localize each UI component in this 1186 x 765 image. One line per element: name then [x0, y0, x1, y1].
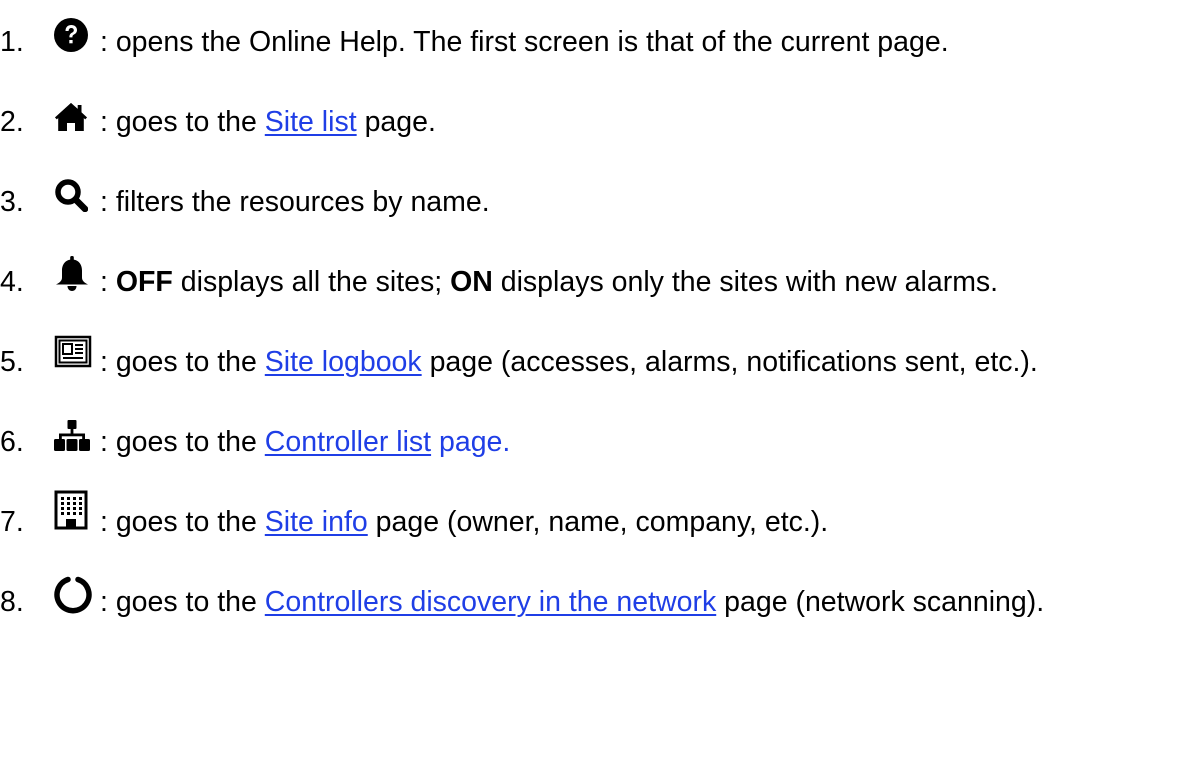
question-circle-icon: [54, 18, 88, 52]
item-number: 6.: [0, 425, 24, 458]
item-number: 8.: [0, 585, 24, 618]
item-number: 5.: [0, 345, 24, 378]
list-item: 2. : goes to the Site list page.: [0, 80, 1186, 160]
item-text: : goes to the Site logbook page (accesse…: [100, 345, 1038, 378]
site-info-link[interactable]: Site info: [265, 506, 368, 538]
item-number: 2.: [0, 105, 24, 138]
site-logbook-link[interactable]: Site logbook: [265, 346, 422, 378]
item-number: 3.: [0, 185, 24, 218]
circle-notch-icon: [54, 576, 92, 614]
building-icon: [54, 490, 88, 530]
newspaper-icon: [54, 335, 92, 368]
off-label: OFF: [115, 265, 173, 298]
home-icon: [55, 103, 87, 131]
item-text: : opens the Online Help. The first scree…: [100, 25, 949, 58]
item-number: 1.: [0, 25, 24, 58]
on-label: ON: [450, 265, 493, 298]
search-icon: [55, 179, 88, 212]
list-item: 4. : OFF displays all the sites; ON disp…: [0, 240, 1186, 320]
controller-list-link[interactable]: Controller list: [265, 426, 431, 458]
item-text: : goes to the Controllers discovery in t…: [100, 585, 1045, 618]
item-text: : goes to the Site info page (owner, nam…: [100, 505, 829, 538]
list-item: 5. : goes to the Site logbook page (acce…: [0, 320, 1186, 400]
list-item: 8. : goes to the Controllers discovery i…: [0, 560, 1186, 640]
list-item: 1. : opens the Online Help. The first sc…: [0, 0, 1186, 80]
bell-icon: [56, 256, 88, 291]
list-item: 3. : filters the resources by name.: [0, 160, 1186, 240]
item-number: 4.: [0, 265, 24, 298]
item-number: 7.: [0, 505, 24, 538]
item-text: : OFF displays all the sites; ON display…: [100, 265, 999, 298]
list-item: 7. : goes to the Site info page (owner, …: [0, 480, 1186, 560]
item-text: : filters the resources by name.: [100, 185, 490, 218]
item-text: : goes to the Controller list page.: [100, 425, 511, 458]
item-text: : goes to the Site list page.: [100, 105, 436, 138]
controllers-discovery-link[interactable]: Controllers discovery in the network: [265, 586, 716, 618]
list-item: 6. : goes to the Controller list page.: [0, 400, 1186, 480]
sitemap-icon: [54, 420, 90, 451]
site-list-link[interactable]: Site list: [265, 106, 357, 138]
